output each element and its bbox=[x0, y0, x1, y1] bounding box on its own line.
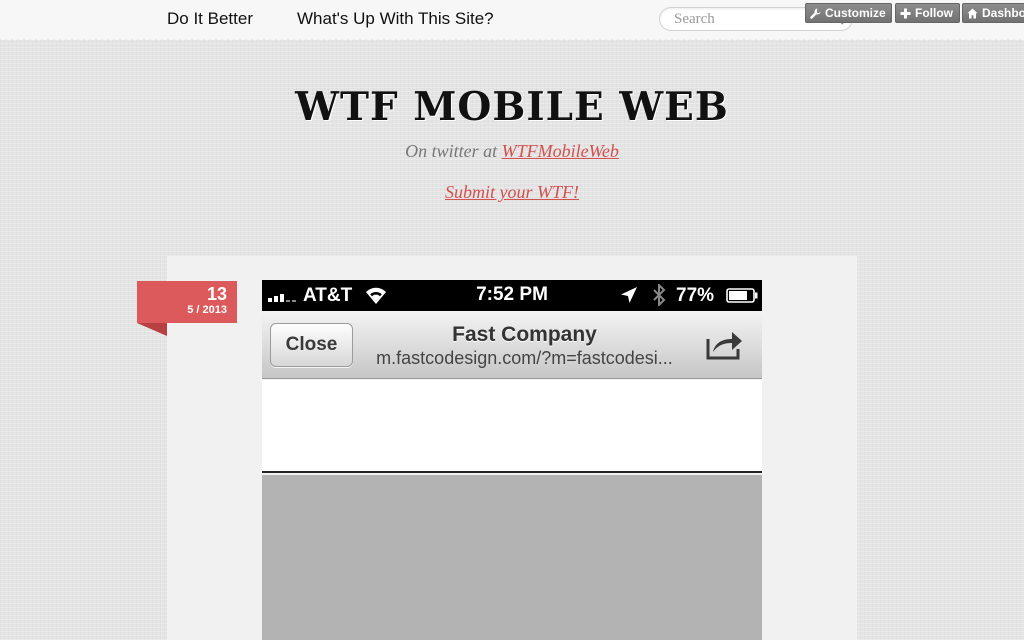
search-input[interactable] bbox=[674, 10, 824, 28]
share-icon bbox=[706, 332, 742, 360]
post-screenshot[interactable]: AT&T 7:52 PM 77% Close Fast Company m.fa… bbox=[262, 280, 762, 640]
dashboard-label: Dashbo bbox=[982, 6, 1024, 20]
follow-button[interactable]: Follow bbox=[895, 3, 960, 23]
twitter-prefix: On twitter at bbox=[405, 141, 498, 161]
follow-label: Follow bbox=[915, 6, 953, 20]
nav-link-do-it-better[interactable]: Do It Better bbox=[167, 9, 253, 29]
ribbon-fold bbox=[137, 323, 167, 336]
browser-page-title: Fast Company bbox=[452, 323, 597, 346]
close-button: Close bbox=[270, 323, 353, 367]
date-badge[interactable]: 13 5 / 2013 bbox=[137, 281, 237, 323]
web-content-white bbox=[262, 380, 762, 473]
dashboard-button[interactable]: Dashbo bbox=[962, 3, 1024, 23]
browser-page-url: m.fastcodesign.com/?m=fastcodesi... bbox=[376, 348, 673, 368]
twitter-line: On twitter at WTFMobileWeb bbox=[0, 141, 1024, 162]
location-arrow-icon bbox=[621, 287, 637, 303]
customize-button[interactable]: Customize bbox=[805, 3, 892, 23]
battery-icon bbox=[726, 288, 758, 303]
date-month: 5 / 2013 bbox=[187, 304, 227, 316]
in-app-browser-bar: Close Fast Company m.fastcodesign.com/?m… bbox=[262, 311, 762, 379]
battery-percent: 77% bbox=[676, 285, 715, 306]
twitter-handle-link[interactable]: WTFMobileWeb bbox=[502, 141, 619, 161]
web-content-gray bbox=[262, 475, 762, 640]
wrench-icon bbox=[810, 8, 821, 19]
nav-link-whats-up[interactable]: What's Up With This Site? bbox=[297, 9, 494, 29]
submit-wtf-link[interactable]: Submit your WTF! bbox=[0, 182, 1024, 203]
plus-icon bbox=[900, 8, 911, 18]
phone-status-bar: AT&T 7:52 PM 77% bbox=[262, 280, 762, 311]
customize-label: Customize bbox=[825, 6, 886, 20]
site-title[interactable]: WTF MOBILE WEB bbox=[0, 84, 1024, 130]
top-nav: Do It Better What's Up With This Site? C… bbox=[0, 0, 1024, 42]
date-day: 13 bbox=[206, 284, 227, 304]
bluetooth-icon bbox=[653, 284, 666, 306]
home-icon bbox=[967, 8, 978, 18]
